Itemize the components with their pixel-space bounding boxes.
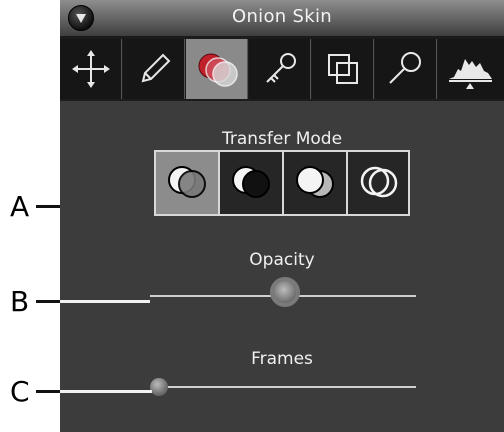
opacity-label: Opacity [249,250,315,270]
key-icon [266,53,296,83]
callout-b-line-inner [60,300,150,303]
histogram-tool-button[interactable] [438,39,504,99]
move-icon [72,50,110,88]
histogram-icon [449,59,492,89]
transfer-mode-dark-button[interactable] [220,152,284,214]
transfer-mode-label: Transfer Mode [221,129,343,149]
blend-dark-icon [232,166,270,198]
frames-label: Frames [251,349,313,369]
transfer-mode-selector [154,150,410,216]
onion-skin-icon [198,53,238,87]
magnifier-icon [389,52,421,84]
frames-slider-thumb[interactable] [150,378,168,396]
transfer-mode-light-button[interactable] [284,152,348,214]
blend-light-icon [296,166,334,198]
layers-icon [328,54,358,84]
move-tool-button[interactable] [60,39,122,99]
callout-b-line [36,300,60,303]
onion-skin-panel: Onion Skin Transfer Mode Opacity Frames [60,0,504,432]
callout-a-label: A [10,190,30,223]
pencil-tool-button[interactable] [123,39,185,99]
transfer-mode-outline-button[interactable] [348,152,412,214]
onion-skin-tool-button[interactable] [186,39,248,99]
pencil-icon [141,53,171,83]
callout-c-line [36,390,60,393]
key-tool-button[interactable] [249,39,311,99]
tool-strip [60,37,504,101]
blend-normal-icon [168,166,206,198]
blend-outline-icon [360,166,398,198]
callout-c-line-inner [60,390,152,393]
callout-c-label: C [10,375,30,408]
zoom-tool-button[interactable] [375,39,437,99]
panel-title: Onion Skin [232,6,332,27]
frames-slider-track[interactable] [156,386,416,388]
panel-titlebar: Onion Skin [60,0,504,37]
callout-b-label: B [10,285,30,318]
layers-tool-button[interactable] [312,39,374,99]
transfer-mode-normal-button[interactable] [156,152,220,214]
opacity-slider-thumb[interactable] [270,277,300,307]
